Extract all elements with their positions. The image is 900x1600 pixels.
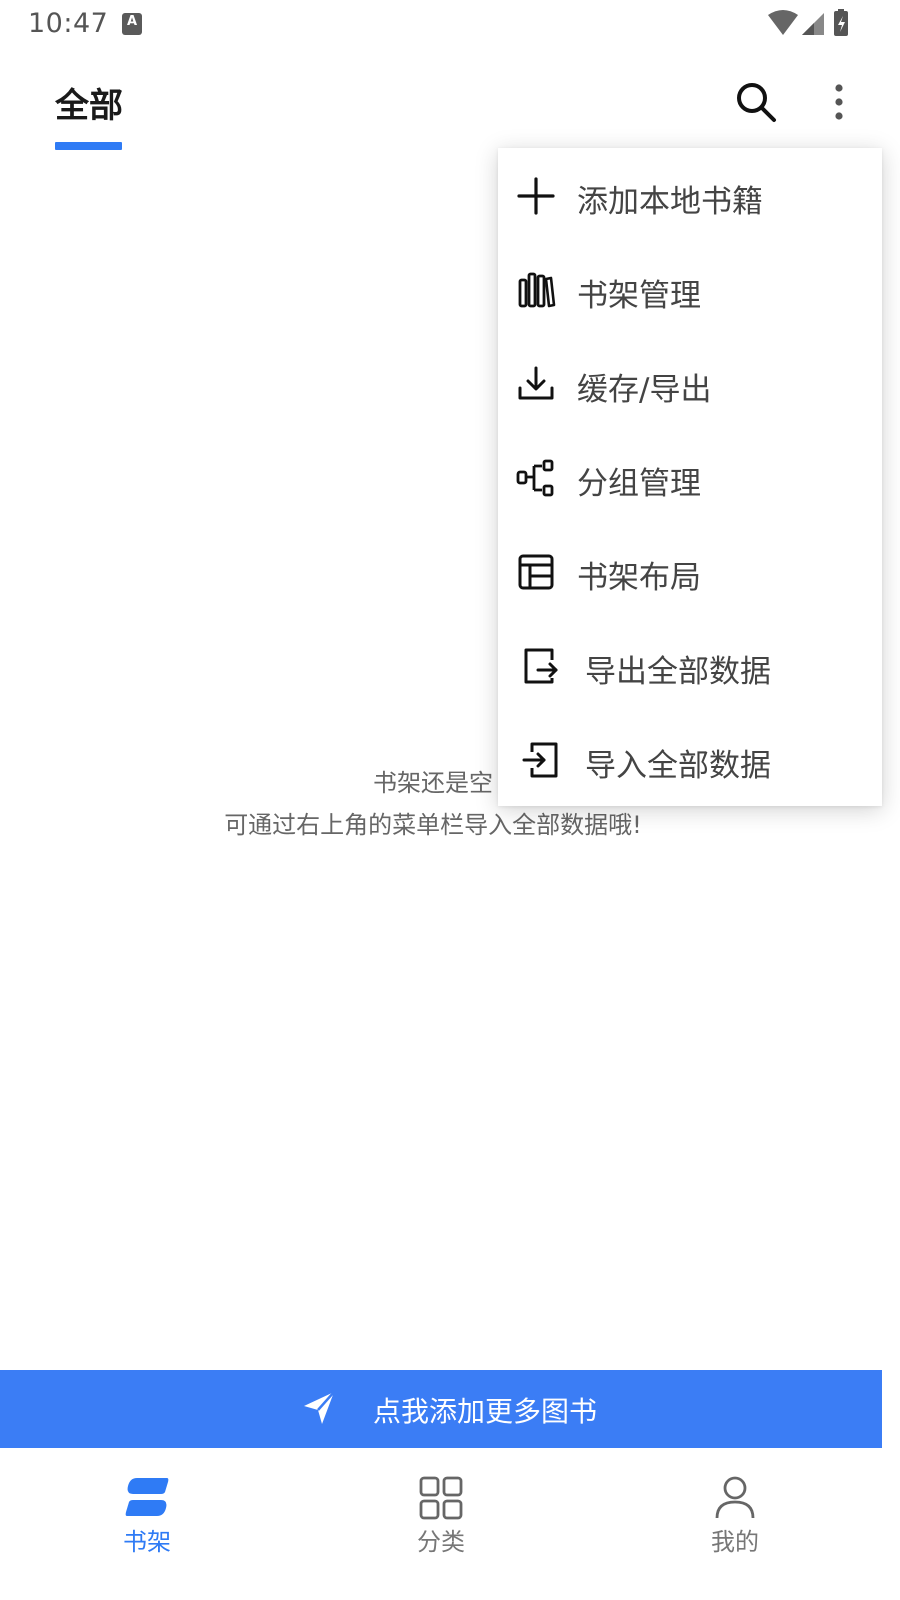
menu-item-import-all[interactable]: 导入全部数据 xyxy=(498,712,882,806)
menu-item-cache-export[interactable]: 缓存/导出 xyxy=(498,336,882,430)
status-time: 10:47 xyxy=(28,8,109,39)
wifi-icon xyxy=(768,10,798,35)
screen: 10:47 A 全部 书架还是空 可通过右上角的菜单栏导入全部数据哦! 添加本地… xyxy=(0,0,900,1600)
menu-item-label: 导入全部数据 xyxy=(585,748,771,784)
notification-a-icon: A xyxy=(122,13,142,35)
import-icon xyxy=(522,742,558,778)
menu-item-bookshelf-layout[interactable]: 书架布局 xyxy=(498,524,882,618)
nav-label: 我的 xyxy=(711,1528,759,1556)
plus-icon xyxy=(517,177,555,215)
menu-item-label: 书架管理 xyxy=(577,278,701,314)
bottom-navigation: 书架 分类 我的 xyxy=(0,1448,900,1600)
bookshelf-icon xyxy=(518,272,556,308)
add-more-books-banner[interactable]: 点我添加更多图书 xyxy=(0,1370,882,1448)
nav-item-profile[interactable]: 我的 xyxy=(655,1448,815,1600)
nav-label: 分类 xyxy=(417,1528,465,1556)
layout-icon xyxy=(518,554,554,590)
menu-item-bookshelf-manage[interactable]: 书架管理 xyxy=(498,242,882,336)
empty-line-2: 可通过右上角的菜单栏导入全部数据哦! xyxy=(224,811,642,839)
more-vertical-icon xyxy=(835,84,843,120)
tab-indicator xyxy=(55,142,122,150)
nav-item-category[interactable]: 分类 xyxy=(361,1448,521,1600)
bookshelf-nav-icon xyxy=(125,1478,169,1516)
app-header: 全部 xyxy=(0,50,900,160)
menu-item-group-manage[interactable]: 分组管理 xyxy=(498,430,882,524)
menu-item-export-all[interactable]: 导出全部数据 xyxy=(498,618,882,712)
search-button[interactable] xyxy=(732,78,780,126)
tab-all[interactable]: 全部 xyxy=(55,78,123,127)
menu-item-label: 分组管理 xyxy=(577,466,701,502)
more-menu-button[interactable] xyxy=(822,78,856,126)
status-icons xyxy=(766,9,856,39)
nav-label: 书架 xyxy=(123,1528,171,1556)
overflow-menu: 添加本地书籍 书架管理 缓存/导出 分组管理 书架布局 导出全部数据 导入全部数… xyxy=(498,148,882,806)
search-icon xyxy=(737,83,776,122)
group-icon xyxy=(516,459,554,497)
status-indicators-icon xyxy=(768,9,848,36)
menu-item-label: 缓存/导出 xyxy=(577,372,712,408)
banner-label: 点我添加更多图书 xyxy=(373,1395,598,1428)
export-icon xyxy=(524,648,558,684)
send-icon xyxy=(304,1391,335,1424)
nav-item-bookshelf[interactable]: 书架 xyxy=(67,1448,227,1600)
profile-icon xyxy=(715,1476,755,1519)
menu-item-label: 添加本地书籍 xyxy=(577,184,763,220)
status-bar: 10:47 A xyxy=(0,0,900,50)
menu-item-add-local-book[interactable]: 添加本地书籍 xyxy=(498,148,882,242)
menu-item-label: 书架布局 xyxy=(577,560,701,596)
download-icon xyxy=(518,366,554,400)
menu-item-label: 导出全部数据 xyxy=(585,654,771,690)
category-grid-icon xyxy=(419,1476,463,1520)
